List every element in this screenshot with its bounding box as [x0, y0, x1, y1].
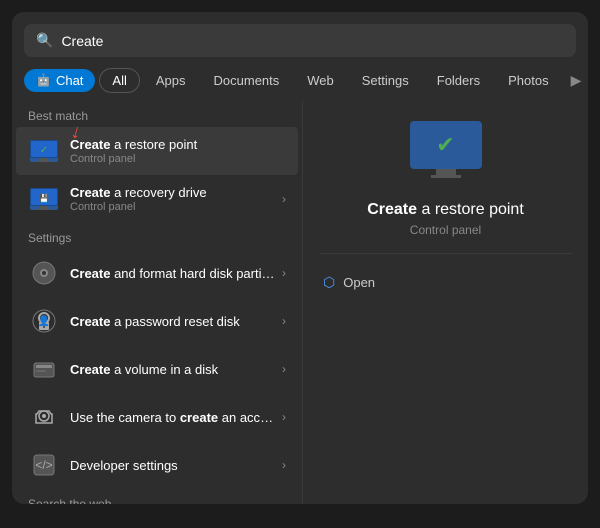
camera-account-text: Use the camera to create an account pict…	[70, 410, 278, 425]
content-area: Best match ✓ Create	[12, 101, 588, 504]
volume-disk-text: Create a volume in a disk	[70, 362, 278, 377]
monitor-body: ✔	[410, 121, 482, 169]
recovery-drive-text: Create a recovery drive Control panel	[70, 185, 278, 213]
developer-settings-item[interactable]: </> Developer settings ›	[16, 441, 298, 489]
right-panel: ✔ Create a restore point Control panel ⬡…	[302, 101, 588, 504]
disk-partitions-text: Create and format hard disk partitions	[70, 266, 278, 281]
best-match-text: Create a restore point Control panel	[70, 137, 286, 165]
preview-icon-area: ✔	[410, 121, 482, 189]
settings-label: Settings	[12, 223, 302, 249]
play-button[interactable]: ▶	[565, 68, 588, 93]
restore-point-icon: ✓	[28, 135, 60, 167]
developer-settings-title: Developer settings	[70, 458, 278, 473]
tab-folders[interactable]: Folders	[425, 69, 492, 92]
chevron-icon: ›	[282, 266, 286, 280]
chat-icon: 🤖	[36, 73, 51, 87]
tab-chat[interactable]: 🤖 Chat	[24, 69, 95, 92]
disk-partitions-icon	[28, 257, 60, 289]
best-match-label: Best match	[12, 101, 302, 127]
tab-all[interactable]: All	[99, 68, 139, 93]
search-input[interactable]	[61, 33, 564, 49]
volume-disk-icon	[28, 353, 60, 385]
monitor-base	[431, 175, 461, 178]
svg-text:</>: </>	[35, 458, 52, 472]
password-reset-title: Create a password reset disk	[70, 314, 278, 329]
volume-disk-item[interactable]: Create a volume in a disk ›	[16, 345, 298, 393]
developer-settings-icon: </>	[28, 449, 60, 481]
password-reset-icon: 👤	[28, 305, 60, 337]
tab-web[interactable]: Web	[295, 69, 346, 92]
left-panel: Best match ✓ Create	[12, 101, 302, 504]
filter-tabs: 🤖 Chat All Apps Documents Web Settings F…	[12, 57, 588, 101]
disk-partitions-item[interactable]: Create and format hard disk partitions ›	[16, 249, 298, 297]
svg-text:💾: 💾	[39, 193, 49, 203]
tab-photos[interactable]: Photos	[496, 69, 560, 92]
tab-apps[interactable]: Apps	[144, 69, 198, 92]
developer-settings-text: Developer settings	[70, 458, 278, 473]
preview-title: Create a restore point	[367, 201, 524, 219]
recovery-drive-title: Create a recovery drive	[70, 185, 278, 200]
search-web-label: Search the web	[12, 489, 302, 504]
checkmark-icon: ✔	[436, 132, 454, 158]
tab-documents[interactable]: Documents	[202, 69, 292, 92]
open-icon: ⬡	[323, 274, 335, 291]
open-label: Open	[343, 275, 375, 290]
chevron-icon: ›	[282, 362, 286, 376]
camera-account-item[interactable]: Use the camera to create an account pict…	[16, 393, 298, 441]
best-match-item[interactable]: ✓ Create a restore point Control panel ↓	[16, 127, 298, 175]
chevron-icon: ›	[282, 458, 286, 472]
chevron-icon: ›	[282, 410, 286, 424]
recovery-drive-subtitle: Control panel	[70, 201, 278, 213]
chevron-icon: ›	[282, 314, 286, 328]
password-reset-text: Create a password reset disk	[70, 314, 278, 329]
search-bar[interactable]: 🔍	[24, 24, 576, 57]
disk-partitions-title: Create and format hard disk partitions	[70, 266, 278, 281]
chevron-icon: ›	[282, 192, 286, 206]
best-match-subtitle: Control panel	[70, 153, 286, 165]
camera-account-title: Use the camera to create an account pict…	[70, 410, 278, 425]
search-icon: 🔍	[36, 32, 53, 49]
svg-text:✓: ✓	[40, 145, 48, 156]
camera-account-icon	[28, 401, 60, 433]
divider	[319, 253, 572, 254]
tab-settings[interactable]: Settings	[350, 69, 421, 92]
monitor-preview: ✔	[410, 121, 482, 177]
open-button[interactable]: ⬡ Open	[319, 266, 572, 299]
preview-subtitle: Control panel	[410, 223, 481, 237]
password-reset-item[interactable]: 👤 Create a password reset disk ›	[16, 297, 298, 345]
svg-text:👤: 👤	[38, 314, 50, 327]
best-match-title: Create a restore point	[70, 137, 286, 152]
recovery-drive-item[interactable]: 💾 Create a recovery drive Control panel …	[16, 175, 298, 223]
volume-disk-title: Create a volume in a disk	[70, 362, 278, 377]
recovery-drive-icon: 💾	[28, 183, 60, 215]
